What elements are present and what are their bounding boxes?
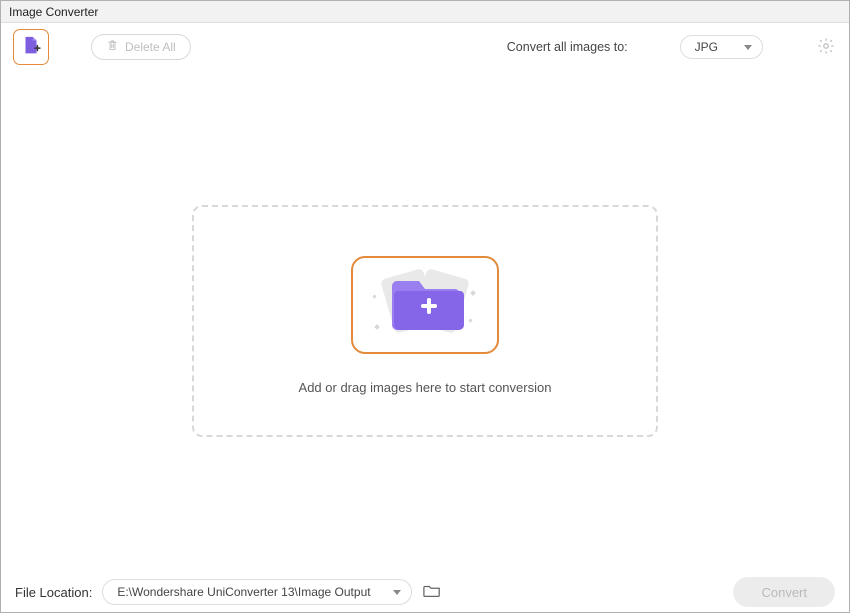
open-folder-button[interactable] [422,583,442,601]
window-title: Image Converter [9,5,98,19]
file-location-path: E:\Wondershare UniConverter 13\Image Out… [117,585,370,599]
convert-to-label: Convert all images to: [507,40,628,54]
format-selected-value: JPG [695,40,718,54]
settings-button[interactable] [815,36,837,58]
gear-icon [817,37,835,58]
file-location-select[interactable]: E:\Wondershare UniConverter 13\Image Out… [102,579,412,605]
main-area: Add or drag images here to start convers… [1,71,849,570]
delete-all-button[interactable]: Delete All [91,34,191,60]
trash-icon [106,39,119,55]
convert-button[interactable]: Convert [733,577,835,607]
titlebar: Image Converter [1,1,849,23]
delete-all-label: Delete All [125,40,176,54]
folder-plus-icon [351,255,499,356]
chevron-down-icon [393,590,401,595]
add-file-icon [20,35,42,60]
toolbar: Delete All Convert all images to: JPG [1,23,849,71]
file-location-label: File Location: [15,585,92,600]
folder-icon [423,583,441,602]
dropzone[interactable]: Add or drag images here to start convers… [192,205,658,437]
add-images-button[interactable] [351,256,499,354]
chevron-down-icon [744,45,752,50]
dropzone-hint: Add or drag images here to start convers… [299,380,552,395]
footer: File Location: E:\Wondershare UniConvert… [1,570,849,614]
add-image-button[interactable] [13,29,49,65]
convert-label: Convert [761,585,807,600]
close-button[interactable] [821,1,843,23]
format-select[interactable]: JPG [680,35,763,59]
